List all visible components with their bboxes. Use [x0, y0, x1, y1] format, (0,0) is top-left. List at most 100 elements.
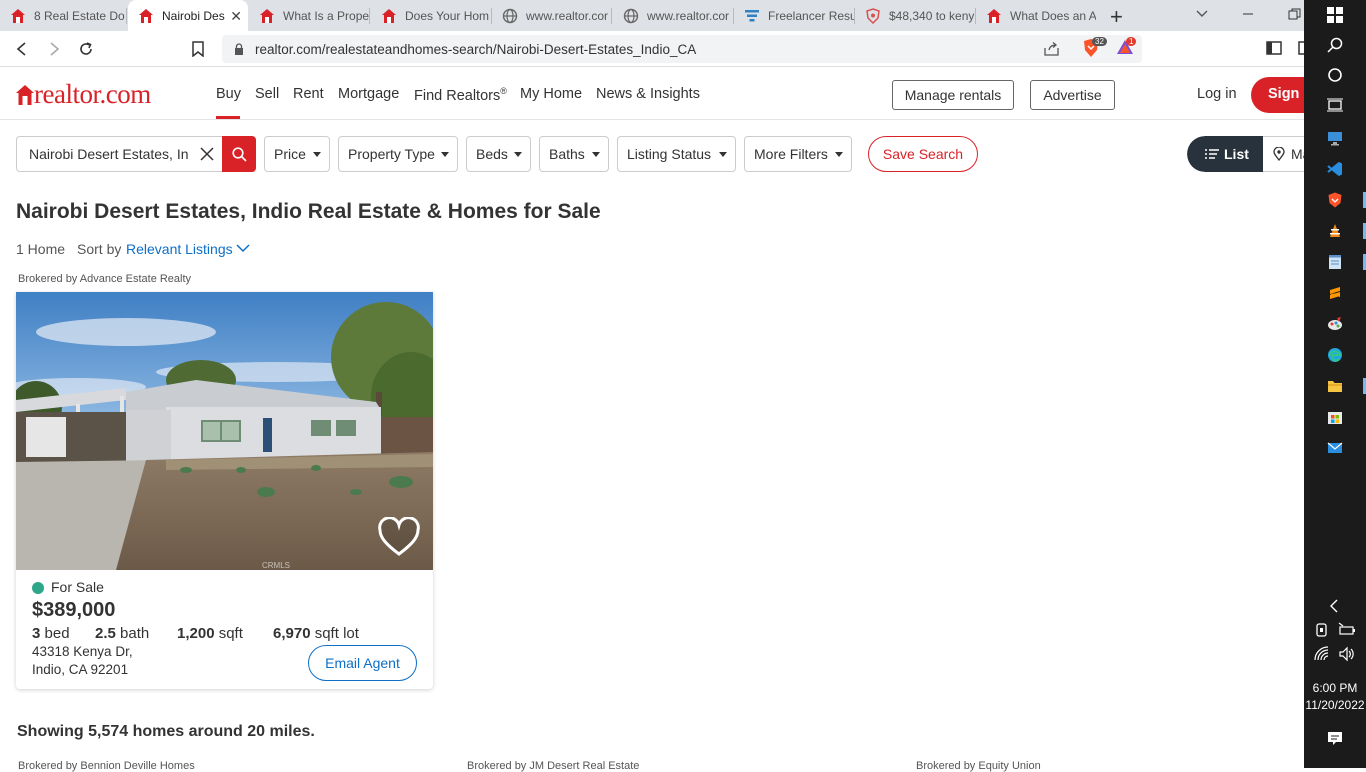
listing-status-filter-dropdown[interactable]: Listing Status: [617, 136, 736, 172]
meet-now-icon[interactable]: [1314, 622, 1330, 638]
nav-rent[interactable]: Rent: [293, 86, 324, 102]
beds-value: 3: [32, 625, 41, 642]
save-search-button[interactable]: Save Search: [868, 136, 978, 172]
tab-close-icon[interactable]: ✕: [230, 8, 242, 25]
beds-filter-dropdown[interactable]: Beds: [466, 136, 531, 172]
list-view-button[interactable]: List: [1187, 136, 1263, 172]
location-search-input[interactable]: [29, 146, 189, 162]
nav-news-insights[interactable]: News & Insights: [596, 86, 700, 102]
nav-mortgage[interactable]: Mortgage: [338, 86, 399, 102]
clock-time: 6:00 PM: [1312, 681, 1358, 695]
for-sale-status-dot: [32, 582, 44, 594]
minimize-icon[interactable]: [1242, 8, 1254, 20]
battery-icon[interactable]: [1338, 622, 1356, 638]
search-button[interactable]: [222, 136, 256, 172]
notepad-icon[interactable]: [1327, 254, 1343, 270]
vlc-icon[interactable]: [1327, 223, 1343, 239]
mail-icon[interactable]: [1327, 440, 1343, 456]
listing-photo[interactable]: CRMLS: [16, 292, 433, 570]
tab-search-chevron-icon[interactable]: [1195, 6, 1209, 20]
search-icon[interactable]: [1327, 37, 1343, 53]
map-view-button[interactable]: Map: [1263, 136, 1304, 172]
tab-title: 8 Real Estate Do: [34, 8, 125, 23]
realtor-favicon: [382, 8, 396, 23]
browser-tab[interactable]: www.realtor.cor: [613, 0, 734, 31]
page-title: Nairobi Desert Estates, Indio Real Estat…: [16, 200, 601, 223]
price-filter-dropdown[interactable]: Price: [264, 136, 330, 172]
site-header: realtor.com Buy Sell Rent Mortgage Find …: [0, 67, 1331, 120]
back-button[interactable]: [10, 37, 34, 61]
clear-search-icon[interactable]: [200, 147, 214, 161]
vscode-icon[interactable]: [1327, 161, 1343, 177]
brave-rewards-button[interactable]: 1: [1116, 37, 1140, 59]
property-type-filter-dropdown[interactable]: Property Type: [338, 136, 458, 172]
listing-price: $389,000: [32, 599, 116, 621]
browser-tab[interactable]: www.realtor.cor: [492, 0, 612, 31]
forward-button[interactable]: [42, 37, 66, 61]
forward-arrow-icon: [50, 42, 60, 56]
edge-browser-icon[interactable]: [1327, 347, 1343, 363]
globe-icon: [502, 8, 518, 23]
lock-icon: [235, 43, 243, 55]
heart-favorite-icon[interactable]: [377, 517, 421, 557]
browser-tab-strip: 8 Real Estate Do Nairobi Des ✕ What Is a…: [0, 0, 1304, 31]
volume-icon[interactable]: [1338, 646, 1356, 662]
advertise-button[interactable]: Advertise: [1030, 80, 1115, 110]
browser-tab[interactable]: What Is a Prope: [249, 0, 370, 31]
photo-watermark: CRMLS: [262, 561, 290, 570]
browser-tab[interactable]: Does Your Hom: [371, 0, 492, 31]
brave-shields-button[interactable]: 32: [1082, 37, 1110, 60]
browser-tab[interactable]: $48,340 to keny: [855, 0, 976, 31]
brave-browser-icon[interactable]: [1327, 192, 1343, 208]
remote-desktop-icon[interactable]: [1327, 130, 1343, 146]
caret-down-icon: [514, 152, 522, 157]
listing-address-line1[interactable]: 43318 Kenya Dr,: [32, 644, 133, 659]
action-center-notification-icon[interactable]: [1327, 730, 1343, 746]
tab-title: www.realtor.cor: [647, 8, 730, 23]
share-icon[interactable]: [1044, 42, 1060, 56]
url-bar[interactable]: realtor.com/realestateandhomes-search/Na…: [222, 35, 1142, 63]
wifi-icon[interactable]: [1314, 646, 1330, 662]
realtor-logo[interactable]: realtor.com: [16, 81, 151, 108]
browser-tab[interactable]: 8 Real Estate Do: [0, 0, 127, 31]
login-link[interactable]: Log in: [1197, 86, 1237, 102]
bookmark-button[interactable]: [186, 37, 210, 61]
new-tab-icon[interactable]: +: [1110, 4, 1123, 30]
email-agent-button[interactable]: Email Agent: [308, 645, 417, 681]
nav-sell[interactable]: Sell: [255, 86, 279, 102]
more-filters-dropdown[interactable]: More Filters: [744, 136, 852, 172]
nav-find-realtors-label: Find Realtors: [414, 87, 501, 104]
task-view-icon[interactable]: [1327, 97, 1343, 113]
nav-buy[interactable]: Buy: [216, 86, 241, 102]
restore-icon[interactable]: [1288, 8, 1302, 20]
browser-tab[interactable]: What Does an A: [976, 0, 1096, 31]
manage-rentals-button[interactable]: Manage rentals: [892, 80, 1014, 110]
browser-tab[interactable]: Freelancer Resu: [734, 0, 855, 31]
cortana-icon[interactable]: [1327, 67, 1343, 83]
chevron-down-icon[interactable]: [236, 243, 250, 253]
sublime-text-icon[interactable]: [1327, 285, 1343, 301]
show-hidden-icons-chevron-icon[interactable]: [1327, 598, 1343, 614]
sidebar-icon[interactable]: [1266, 41, 1282, 55]
nav-find-realtors[interactable]: Find Realtors®: [414, 86, 507, 104]
listing-address-line2[interactable]: Indio, CA 92201: [32, 662, 128, 677]
tab-separator: [369, 8, 370, 24]
browser-tab-active[interactable]: Nairobi Des ✕: [128, 0, 248, 31]
listing-broker: Brokered by Equity Union: [916, 760, 1041, 772]
home-count: 1 Home: [16, 241, 66, 257]
sort-dropdown[interactable]: Relevant Listings: [126, 241, 233, 257]
reload-button[interactable]: [74, 37, 98, 61]
tab-title: What Is a Prope: [283, 8, 370, 23]
baths-filter-dropdown[interactable]: Baths: [539, 136, 609, 172]
windows-start-icon[interactable]: [1327, 7, 1343, 23]
microsoft-store-icon[interactable]: [1327, 409, 1343, 425]
paint-icon[interactable]: [1327, 316, 1343, 332]
listing-card[interactable]: CRMLS For Sale $389,000 3 bed 2.5 bath 1…: [16, 292, 433, 689]
system-clock[interactable]: 6:00 PM 11/20/2022: [1304, 680, 1366, 714]
nav-my-home[interactable]: My Home: [520, 86, 582, 102]
sort-label: Sort by: [77, 241, 122, 257]
file-explorer-icon[interactable]: [1327, 378, 1343, 394]
browser-toolbar: realtor.com/realestateandhomes-search/Na…: [0, 31, 1304, 67]
location-search-box: [16, 136, 222, 172]
map-pin-icon: [1273, 147, 1285, 161]
